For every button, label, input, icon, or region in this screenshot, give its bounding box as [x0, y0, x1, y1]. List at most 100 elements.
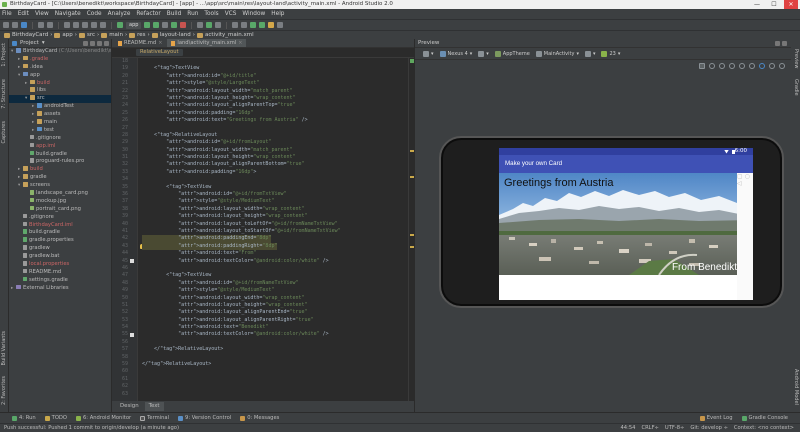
project-tree-item[interactable]: ▾ src: [9, 95, 111, 104]
code-line[interactable]: 45 "attr">android:textColor="@android:co…: [112, 258, 414, 265]
bottom-tool-button[interactable]: TODO: [44, 415, 67, 421]
project-tree-item[interactable]: README.md: [9, 268, 111, 277]
project-structure-icon[interactable]: [232, 22, 239, 28]
bottom-tool-button[interactable]: 6: Android Monitor: [76, 415, 131, 421]
gear-icon[interactable]: [775, 40, 780, 46]
open-folder-icon[interactable]: [3, 22, 9, 28]
find-icon[interactable]: [91, 22, 97, 28]
code-line[interactable]: 39 "attr">android:layout_height="wrap_co…: [112, 213, 414, 220]
tab-text[interactable]: Text: [144, 402, 164, 411]
sync-scroll-icon[interactable]: [83, 40, 88, 46]
code-line[interactable]: 48 "attr">android:id="@+id/fromNameTxtVi…: [112, 280, 414, 287]
bottom-tool-button[interactable]: 0: Messages: [240, 415, 279, 421]
project-tree-item[interactable]: .gitignore: [9, 134, 111, 143]
color-swatch-icon[interactable]: [130, 259, 134, 264]
project-tree-item[interactable]: BirthdayCard.iml: [9, 221, 111, 230]
theme-select[interactable]: AppTheme: [494, 50, 530, 57]
avd-manager-icon[interactable]: [250, 22, 257, 28]
menu-item-code[interactable]: Code: [87, 11, 102, 17]
close-button[interactable]: ✕: [784, 0, 798, 9]
code-line[interactable]: 25 "attr">android:padding="16dp": [112, 110, 414, 117]
context-label[interactable]: Context: <no context>: [734, 425, 794, 431]
code-line[interactable]: 27: [112, 125, 414, 132]
code-line[interactable]: 24 "attr">android:layout_alignParentTop=…: [112, 102, 414, 109]
project-tree-item[interactable]: ▾ screens: [9, 182, 111, 190]
code-line[interactable]: 52 "attr">android:layout_alignParentEnd=…: [112, 309, 414, 316]
code-line[interactable]: 62: [112, 383, 414, 390]
code-line[interactable]: 59 </"tag">RelativeLayout>: [112, 361, 414, 368]
menu-item-view[interactable]: View: [35, 11, 49, 17]
project-tree-item[interactable]: local.properties: [9, 261, 111, 269]
breadcrumb-item[interactable]: layout-land: [151, 32, 191, 38]
tab-design[interactable]: Design: [116, 402, 143, 411]
help-icon[interactable]: [277, 22, 284, 28]
zoom-to-fit-icon[interactable]: [699, 63, 705, 69]
refresh-icon[interactable]: [759, 63, 765, 69]
code-line[interactable]: 34: [112, 176, 414, 183]
project-tree-item[interactable]: ▸ .gradle: [9, 55, 111, 64]
project-tree-item[interactable]: mockup.jpg: [9, 197, 111, 206]
code-line[interactable]: 56: [112, 339, 414, 346]
project-panel-title[interactable]: Project: [20, 40, 39, 46]
activity-select[interactable]: MainActivity ▾: [535, 50, 579, 57]
code-line[interactable]: 32 "attr">android:layout_alignParentBott…: [112, 161, 414, 168]
zoom-fit-screen-icon[interactable]: [739, 63, 745, 69]
menu-item-navigate[interactable]: Navigate: [55, 11, 81, 17]
menu-item-help[interactable]: Help: [271, 11, 284, 17]
menu-item-window[interactable]: Window: [242, 11, 265, 17]
code-line[interactable]: 40 "attr">android:layout_toLeftOf="@+id/…: [112, 221, 414, 228]
code-line[interactable]: 51 "attr">android:layout_height="wrap_co…: [112, 302, 414, 309]
code-line[interactable]: 57 </"tag">RelativeLayout>: [112, 346, 414, 353]
hide-panel-icon[interactable]: [782, 40, 787, 46]
project-tree-item[interactable]: .gitignore: [9, 213, 111, 222]
project-tree-item[interactable]: gradle.properties: [9, 237, 111, 245]
code-line[interactable]: 53 "attr">android:layout_alignParentRigh…: [112, 317, 414, 324]
sync-icon[interactable]: [21, 22, 27, 28]
project-tool-tab[interactable]: 1: Project: [1, 43, 7, 67]
code-line[interactable]: 41 "attr">android:layout_toStartOf="@+id…: [112, 228, 414, 235]
code-line[interactable]: 19 <"tag">TextView: [112, 65, 414, 72]
project-tree-item[interactable]: ▾ app: [9, 71, 111, 80]
code-line[interactable]: 55 "attr">android:textColor="@android:co…: [112, 331, 414, 338]
code-line[interactable]: 18: [112, 58, 414, 65]
make-project-icon[interactable]: [117, 22, 123, 28]
debug-icon[interactable]: [153, 22, 160, 28]
android-device-monitor-icon[interactable]: [259, 22, 266, 28]
menu-item-refactor[interactable]: Refactor: [136, 11, 160, 17]
replace-icon[interactable]: [100, 22, 106, 28]
code-line[interactable]: 47 <"tag">TextView: [112, 272, 414, 279]
breadcrumb-item[interactable]: src: [78, 32, 95, 38]
close-tab-icon[interactable]: ×: [158, 39, 162, 47]
breadcrumb-item[interactable]: main: [101, 32, 123, 38]
vcs-history-icon[interactable]: [215, 22, 222, 28]
android-model-tool-tab[interactable]: Android Model: [793, 369, 799, 405]
menu-item-vcs[interactable]: VCS: [225, 11, 237, 17]
captures-tool-tab[interactable]: Captures: [1, 121, 7, 144]
code-line[interactable]: 60: [112, 368, 414, 375]
breadcrumb-item[interactable]: res: [129, 32, 146, 38]
project-tree-item[interactable]: ▾BirthdayCard (C:\Users\benedikt\work: [9, 48, 111, 56]
bottom-tool-button[interactable]: Event Log: [699, 415, 733, 421]
project-tree-item[interactable]: ▸ androidTest: [9, 103, 111, 111]
code-editor[interactable]: RelativeLayout 18 19 <"tag">TextView 20 "a…: [112, 48, 414, 401]
breadcrumb-item[interactable]: BirthdayCard: [4, 32, 48, 38]
code-line[interactable]: 43 "attr">android:paddingRight="8dp": [112, 242, 414, 251]
project-tree-item[interactable]: ▸ assets: [9, 111, 111, 119]
undo-icon[interactable]: [38, 22, 44, 28]
redo-icon[interactable]: [47, 22, 53, 28]
maximize-button[interactable]: ☐: [767, 0, 781, 9]
menu-item-build[interactable]: Build: [167, 11, 182, 17]
collapse-all-icon[interactable]: [90, 40, 95, 46]
line-separator[interactable]: CRLF÷: [641, 425, 658, 431]
run-config-select[interactable]: app: [126, 21, 142, 29]
caret-position[interactable]: 44:54: [621, 425, 636, 431]
copy-icon[interactable]: [73, 22, 79, 28]
gradle-sync-icon[interactable]: [268, 22, 275, 28]
editor-crumb-tag[interactable]: RelativeLayout: [136, 49, 183, 56]
favorites-tool-tab[interactable]: 2: Favorites: [1, 376, 7, 405]
sdk-manager-icon[interactable]: [241, 22, 248, 28]
project-tree-item[interactable]: build.gradle: [9, 150, 111, 159]
locale-select[interactable]: ▾: [584, 50, 595, 57]
file-encoding[interactable]: UTF-8÷: [665, 425, 684, 431]
color-swatch-icon[interactable]: [130, 332, 134, 337]
